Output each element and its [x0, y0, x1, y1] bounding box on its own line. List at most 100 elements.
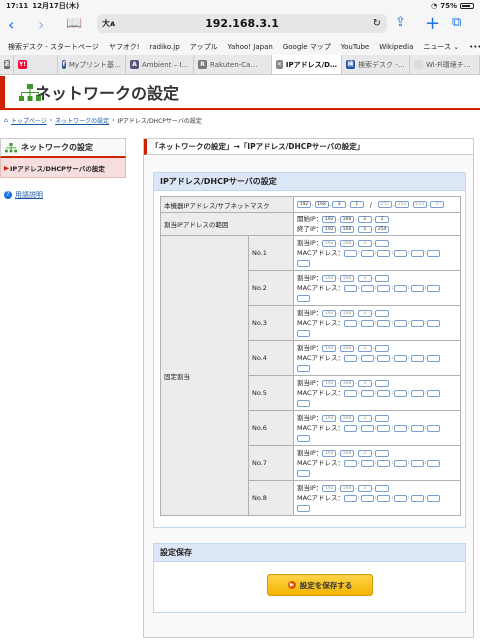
ip-octet-input[interactable]: 3 [357, 225, 372, 233]
browser-tab[interactable]: 検検索デスク -… [342, 55, 410, 74]
bookmark-item[interactable]: 検索デスク - スタートページ [8, 42, 99, 52]
url-text[interactable]: 192.168.3.1 [97, 17, 387, 30]
forward-icon[interactable]: › [38, 17, 44, 33]
ip-octet-input[interactable]: 192 [322, 239, 337, 247]
bookmark-item[interactable]: radiko.jp [150, 43, 180, 51]
bookmarks-icon[interactable]: 📖 [66, 17, 82, 30]
breadcrumb-top-link[interactable]: トップページ [11, 116, 47, 125]
share-icon[interactable]: ⇪ [395, 16, 406, 29]
mac-octet-input[interactable] [360, 249, 374, 257]
mac-octet-input[interactable] [427, 284, 441, 292]
browser-tab[interactable]: Y! [14, 55, 58, 74]
browser-tab[interactable]: ✕ IPアドレス/D… [272, 55, 342, 74]
ip-octet-input[interactable]: 168 [339, 225, 354, 233]
ip-octet-input[interactable]: 168 [339, 484, 354, 492]
save-settings-button[interactable]: ▶ 設定を保存する [267, 574, 373, 596]
mac-octet-input[interactable] [377, 284, 391, 292]
ip-octet-input[interactable]: 255 [395, 201, 410, 208]
ip-octet-input[interactable]: 1 [349, 201, 364, 208]
ip-octet-input[interactable]: 3 [357, 484, 372, 492]
ip-octet-input[interactable] [375, 274, 390, 282]
browser-tab[interactable]: R Rakuten-Ca… [194, 55, 272, 74]
ip-octet-input[interactable]: 168 [339, 239, 354, 247]
bookmark-item[interactable]: Yahoo! Japan [228, 43, 273, 51]
mac-octet-input[interactable] [360, 494, 374, 502]
ip-octet-input[interactable]: 168 [339, 449, 354, 457]
mac-octet-input[interactable] [377, 459, 391, 467]
mac-octet-input[interactable] [297, 259, 310, 267]
mac-octet-input[interactable] [377, 319, 391, 327]
back-icon[interactable]: ‹ [8, 17, 14, 33]
ip-octet-input[interactable]: 192 [322, 484, 337, 492]
mac-octet-input[interactable] [343, 354, 357, 362]
ip-octet-input[interactable]: 3 [357, 309, 372, 317]
mac-octet-input[interactable] [410, 389, 424, 397]
ip-octet-input[interactable] [375, 309, 390, 317]
ip-octet-input[interactable]: 2 [375, 215, 390, 223]
ip-octet-input[interactable]: 3 [357, 274, 372, 282]
mac-octet-input[interactable] [410, 284, 424, 292]
ip-octet-input[interactable]: 3 [357, 239, 372, 247]
mac-octet-input[interactable] [427, 354, 441, 362]
mac-octet-input[interactable] [410, 354, 424, 362]
bookmark-item[interactable]: ヤフオク! [109, 42, 140, 52]
mac-octet-input[interactable] [377, 389, 391, 397]
mac-octet-input[interactable] [427, 494, 441, 502]
ip-octet-input[interactable]: 192 [322, 379, 337, 387]
ip-octet-input[interactable] [375, 449, 390, 457]
ip-octet-input[interactable]: 3 [357, 449, 372, 457]
ip-octet-input[interactable]: 192 [322, 274, 337, 282]
mac-octet-input[interactable] [360, 284, 374, 292]
mac-octet-input[interactable] [410, 319, 424, 327]
ip-octet-input[interactable]: 192 [322, 414, 337, 422]
mac-octet-input[interactable] [427, 459, 441, 467]
mac-octet-input[interactable] [394, 249, 408, 257]
mac-octet-input[interactable] [343, 459, 357, 467]
ip-octet-input[interactable]: 192 [322, 344, 337, 352]
mac-octet-input[interactable] [394, 284, 408, 292]
ip-octet-input[interactable]: 255 [412, 201, 427, 208]
mac-octet-input[interactable] [297, 469, 310, 477]
mac-octet-input[interactable] [394, 319, 408, 327]
bookmark-item[interactable]: Wikipedia [379, 43, 413, 51]
ip-octet-input[interactable]: 254 [375, 225, 390, 233]
mac-octet-input[interactable] [377, 424, 391, 432]
ip-octet-input[interactable] [375, 344, 390, 352]
mac-octet-input[interactable] [297, 294, 310, 302]
mac-octet-input[interactable] [297, 399, 310, 407]
mac-octet-input[interactable] [360, 459, 374, 467]
ip-octet-input[interactable]: 3 [357, 379, 372, 387]
mac-octet-input[interactable] [427, 319, 441, 327]
ip-octet-input[interactable]: 0 [430, 201, 445, 208]
ip-octet-input[interactable]: 192 [322, 449, 337, 457]
ip-octet-input[interactable]: 192 [297, 201, 311, 208]
ip-octet-input[interactable] [375, 414, 390, 422]
mac-octet-input[interactable] [360, 424, 374, 432]
mac-octet-input[interactable] [394, 354, 408, 362]
text-size-button[interactable]: 大ᴀ [102, 18, 115, 29]
mac-octet-input[interactable] [297, 364, 310, 372]
mac-octet-input[interactable] [427, 424, 441, 432]
mac-octet-input[interactable] [427, 249, 441, 257]
address-bar[interactable]: 大ᴀ 192.168.3.1 ↻ [97, 14, 387, 33]
mac-octet-input[interactable] [343, 494, 357, 502]
ip-octet-input[interactable] [375, 239, 390, 247]
more-bookmarks-icon[interactable]: ••• [469, 43, 480, 51]
mac-octet-input[interactable] [343, 319, 357, 327]
mac-octet-input[interactable] [343, 249, 357, 257]
ip-octet-input[interactable]: 168 [339, 344, 354, 352]
mac-octet-input[interactable] [394, 389, 408, 397]
ip-octet-input[interactable] [375, 484, 390, 492]
mac-octet-input[interactable] [360, 389, 374, 397]
mac-octet-input[interactable] [343, 284, 357, 292]
ip-octet-input[interactable]: 168 [339, 274, 354, 282]
mac-octet-input[interactable] [427, 389, 441, 397]
bookmark-item[interactable]: YouTube [341, 43, 369, 51]
mac-octet-input[interactable] [394, 424, 408, 432]
mac-octet-input[interactable] [297, 504, 310, 512]
mac-octet-input[interactable] [343, 424, 357, 432]
mac-octet-input[interactable] [297, 434, 310, 442]
sidebar-item-ip-dhcp[interactable]: ▶ IPアドレス/DHCPサーバの設定 [0, 158, 126, 178]
breadcrumb-network-link[interactable]: ネットワークの設定 [55, 116, 109, 125]
mac-octet-input[interactable] [394, 494, 408, 502]
